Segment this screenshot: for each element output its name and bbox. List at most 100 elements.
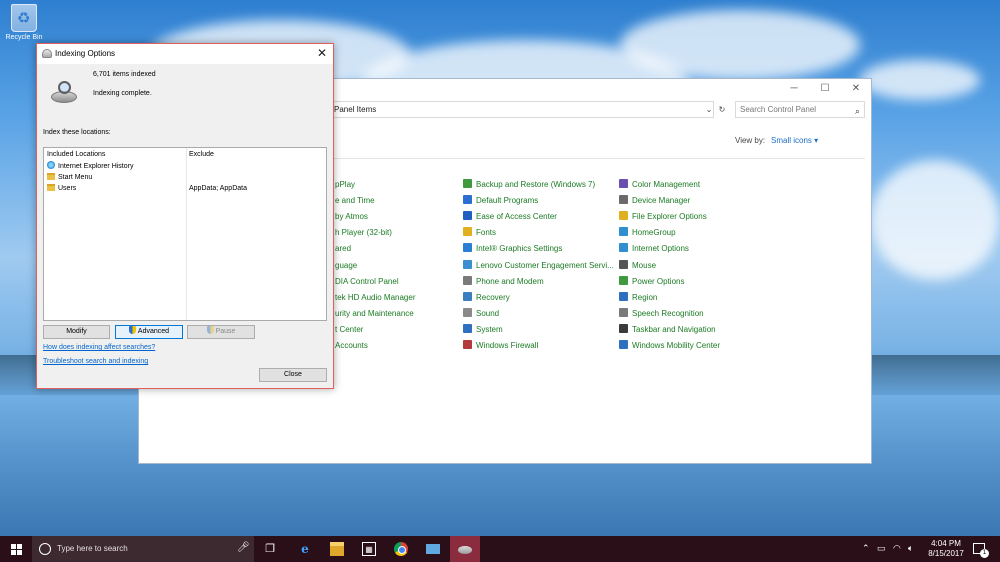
start-button[interactable] [0,536,32,562]
column-header-exclude[interactable]: Exclude [189,151,214,158]
control-panel-item-label: Intel® Graphics Settings [476,244,563,254]
microphone-icon[interactable]: 🎤︎ [237,542,250,553]
taskbar-store[interactable]: ▦ [354,536,384,562]
modify-button[interactable]: Modify [43,325,110,339]
location-name: Start Menu [58,174,93,181]
address-text: Panel Items [334,105,377,114]
close-button[interactable]: ✕ [841,82,871,96]
control-panel-item[interactable]: tek HD Audio Manager [335,292,416,304]
control-panel-item[interactable]: Mouse [619,259,656,272]
indexing-options-dialog[interactable]: Indexing Options ✕ 6,701 items indexed I… [36,43,334,389]
control-panel-item-icon [463,323,472,333]
control-panel-item[interactable]: e and Time [335,195,375,207]
control-panel-item-label: Ease of Access Center [476,212,557,222]
list-item[interactable]: Start Menu [47,172,325,183]
control-panel-item[interactable]: Default Programs [463,195,538,207]
taskbar-chrome[interactable] [386,536,416,562]
pause-button[interactable]: Pause [187,325,255,339]
control-panel-item-label: Internet Options [632,244,689,254]
control-panel-item[interactable]: Recovery [463,291,510,304]
control-panel-item[interactable]: DIA Control Panel [335,276,399,288]
control-panel-item[interactable]: Windows Mobility Center [619,340,720,352]
taskbar-search-box[interactable]: Type here to search 🎤︎ [32,536,254,562]
taskbar-clock[interactable]: 4:04 PM 8/15/2017 [922,539,970,559]
list-item[interactable]: Users AppData; AppData [47,183,325,194]
control-panel-item-label: File Explorer Options [632,212,707,222]
control-panel-item[interactable]: Speech Recognition [619,307,704,320]
control-panel-item[interactable]: Device Manager [619,195,690,207]
minimize-button[interactable]: ─ [779,82,809,96]
taskbar-mail[interactable] [418,536,448,562]
locations-list[interactable]: Included Locations Exclude Internet Expl… [43,147,327,321]
clock-time: 4:04 PM [931,539,961,548]
control-panel-item-label: h Player (32-bit) [335,228,392,238]
maximize-button[interactable]: ☐ [810,82,840,96]
control-panel-item[interactable]: HomeGroup [619,227,676,239]
control-panel-item[interactable]: Taskbar and Navigation [619,323,716,336]
dialog-title: Indexing Options [55,49,116,58]
control-panel-item[interactable]: Windows Firewall [463,340,538,352]
control-panel-item[interactable]: Backup and Restore (Windows 7) [463,179,595,191]
control-panel-item-icon [463,275,472,285]
column-header-included[interactable]: Included Locations [47,151,105,158]
control-panel-item[interactable]: Phone and Modem [463,275,544,288]
control-panel-item[interactable]: File Explorer Options [619,211,707,223]
control-panel-item-label: Backup and Restore (Windows 7) [476,180,596,189]
dialog-title-bar[interactable]: Indexing Options ✕ [37,44,333,64]
control-panel-item[interactable]: ared [335,243,351,255]
indexing-options-icon [42,49,52,58]
task-view-button[interactable]: ❐ [255,536,285,562]
battery-icon[interactable]: ▭ [877,543,886,554]
ie-icon [47,161,55,169]
control-panel-item[interactable]: h Player (32-bit) [335,227,392,239]
search-control-panel-input[interactable]: Search Control Panel ⌕ [735,101,865,118]
how-indexing-affects-link[interactable]: How does indexing affect searches? [43,344,155,351]
control-panel-item[interactable]: Fonts [463,227,496,239]
taskbar: Type here to search 🎤︎ ❐ e ▦ ⌃ ▭ ◠ 🔈︎ 4:… [0,536,1000,562]
troubleshoot-link[interactable]: Troubleshoot search and indexing [43,358,148,365]
dialog-close-button[interactable]: ✕ [317,46,327,60]
taskbar-edge[interactable]: e [290,536,320,562]
control-panel-item[interactable]: System [463,323,503,336]
refresh-icon[interactable]: ↻ [716,103,728,116]
control-panel-item[interactable]: pPlay [335,179,355,191]
advanced-button[interactable]: Advanced [115,325,183,339]
control-panel-item[interactable]: guage [335,260,357,272]
control-panel-item-label: t Center [335,324,364,334]
volume-icon[interactable]: 🔈︎ [908,543,913,554]
wifi-icon[interactable]: ◠ [893,543,901,554]
indexing-options-icon [458,546,472,554]
close-dialog-button[interactable]: Close [259,368,327,382]
items-indexed-count: 6,701 items indexed [93,71,156,78]
control-panel-item[interactable]: Ease of Access Center [463,211,557,223]
control-panel-item[interactable]: Sound [463,307,499,320]
taskbar-file-explorer[interactable] [322,536,352,562]
shield-icon [206,326,214,334]
search-icon[interactable]: ⌕ [855,104,860,119]
control-panel-item[interactable]: Accounts [335,340,368,352]
list-item[interactable]: Internet Explorer History [47,161,325,172]
locations-label: Index these locations: [43,129,111,136]
location-name: Internet Explorer History [58,163,134,170]
control-panel-item-icon [619,259,628,269]
control-panel-item[interactable]: urity and Maintenance [335,308,414,320]
control-panel-item[interactable]: Color Management [619,179,700,191]
control-panel-item[interactable]: t Center [335,324,363,336]
control-panel-item-label: Region [632,292,658,302]
control-panel-item[interactable]: Lenovo Customer Engagement Servi... [463,259,614,272]
control-panel-item[interactable]: Power Options [619,275,684,288]
control-panel-item-label: e and Time [335,196,375,206]
control-panel-item-label: Default Programs [476,196,539,206]
control-panel-item[interactable]: Intel® Graphics Settings [463,243,562,255]
view-by-dropdown[interactable]: Small icons ▾ [771,136,818,145]
chevron-up-icon[interactable]: ⌃ [862,543,870,554]
chevron-down-icon[interactable]: ⌄ [703,103,715,116]
taskbar-indexing-options[interactable] [450,536,480,562]
control-panel-item-label: Windows Mobility Center [632,341,721,350]
control-panel-item[interactable]: Internet Options [619,243,689,255]
control-panel-item[interactable]: Region [619,291,658,304]
notification-badge: 1 [980,549,989,558]
address-bar[interactable]: Panel Items [329,101,714,118]
recycle-bin-desktop-icon[interactable]: Recycle Bin [4,4,44,41]
control-panel-item[interactable]: by Atmos [335,211,368,223]
